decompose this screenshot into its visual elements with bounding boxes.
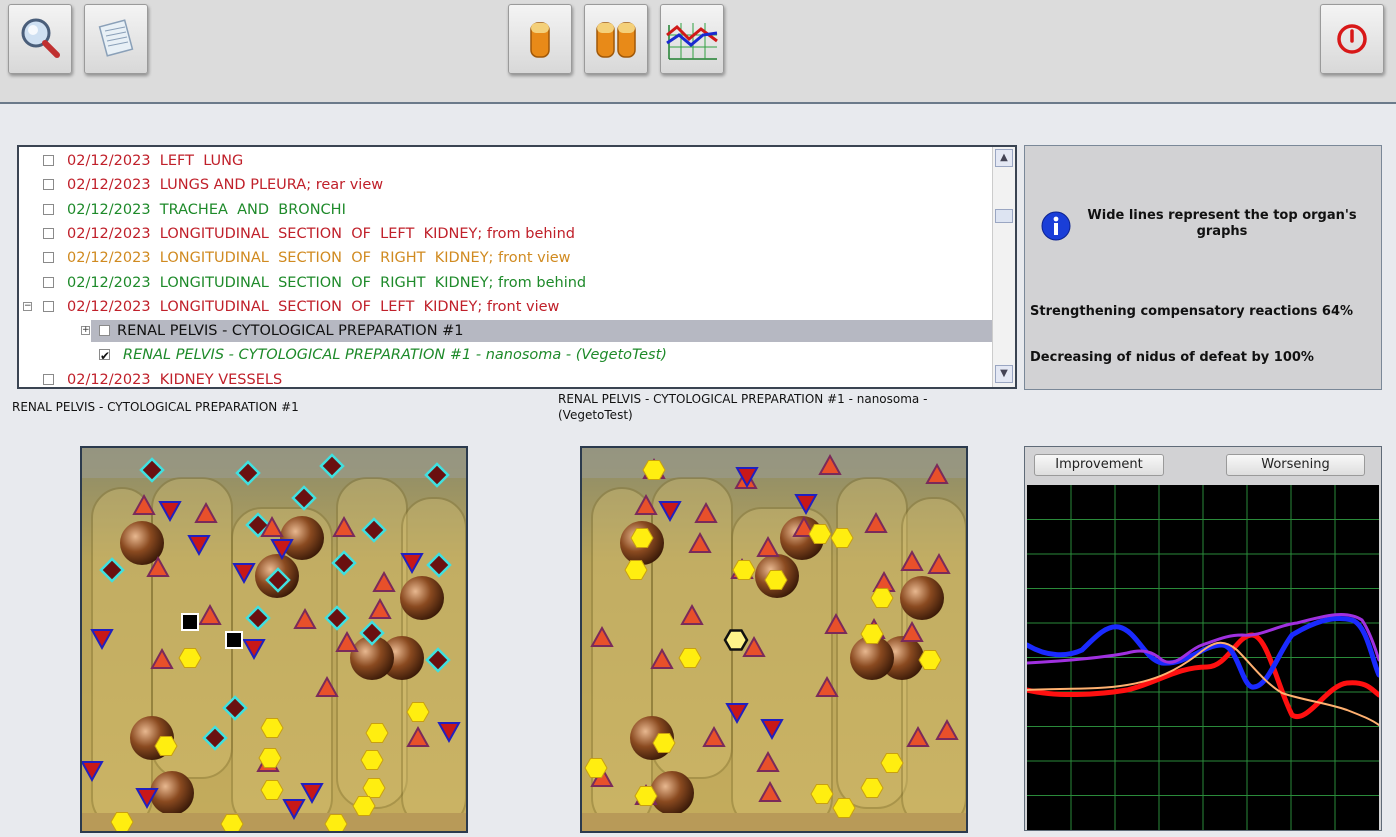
compensatory-reactions-text: Strengthening compensatory reactions 64%: [1030, 304, 1354, 319]
organ-list-row[interactable]: + RENAL PELVIS - CYTOLOGICAL PREPARATION …: [81, 320, 994, 343]
cell-illustration-right: [582, 448, 966, 831]
worsening-button[interactable]: Worsening: [1226, 454, 1365, 476]
notes-button[interactable]: [84, 4, 148, 74]
organ-list-row[interactable]: 02/12/2023 TRACHEA AND BRONCHI: [19, 199, 994, 221]
info-tip-text: Wide lines represent the top organ's gra…: [1087, 208, 1357, 239]
organ-list-row-label: 02/12/2023 LUNGS AND PLEURA; rear view: [67, 177, 384, 194]
organ-list-row-label: 02/12/2023 LONGITUDINAL SECTION OF RIGHT…: [67, 250, 571, 267]
scroll-thumb[interactable]: [995, 209, 1013, 223]
row-checkbox[interactable]: [43, 203, 54, 215]
row-checkbox[interactable]: [43, 155, 54, 166]
row-checkbox[interactable]: [99, 345, 110, 367]
row-checkbox[interactable]: [43, 373, 54, 385]
row-checkbox[interactable]: [43, 227, 54, 239]
double-capsule-icon: [596, 22, 636, 58]
power-icon: [1337, 24, 1367, 54]
right-cytology-image: [580, 446, 968, 833]
info-icon: [1041, 211, 1071, 241]
organ-list-row[interactable]: 02/12/2023 LUNGS AND PLEURA; rear view: [19, 174, 994, 196]
improvement-button[interactable]: Improvement: [1034, 454, 1164, 476]
row-checkbox[interactable]: [43, 276, 54, 288]
graph-panel: Improvement Worsening: [1024, 446, 1382, 831]
organ-list-row-label: 02/12/2023 LEFT LUNG: [67, 153, 244, 169]
organ-list-row[interactable]: RENAL PELVIS - CYTOLOGICAL PREPARATION #…: [19, 344, 994, 367]
notes-icon: [98, 19, 134, 57]
right-image-caption: RENAL PELVIS - CYTOLOGICAL PREPARATION #…: [558, 392, 928, 422]
exit-button[interactable]: [1320, 4, 1384, 74]
organ-list-row-label: 02/12/2023 LONGITUDINAL SECTION OF LEFT …: [67, 225, 575, 242]
scroll-down-arrow-icon[interactable]: ▼: [995, 365, 1013, 383]
double-capsule-button[interactable]: [584, 4, 648, 74]
graph-button[interactable]: [660, 4, 724, 74]
organ-list-row[interactable]: 02/12/2023 LONGITUDINAL SECTION OF LEFT …: [19, 223, 994, 245]
organ-list-row[interactable]: 02/12/2023 LONGITUDINAL SECTION OF RIGHT…: [19, 247, 994, 269]
trend-graph-plot: [1024, 485, 1382, 830]
info-panel: Wide lines represent the top organ's gra…: [1024, 145, 1382, 390]
cell-illustration-left: [82, 448, 466, 831]
left-cytology-image: [80, 446, 468, 833]
organ-list-row[interactable]: 02/12/2023 LEFT LUNG: [19, 150, 994, 172]
nidus-defeat-text: Decreasing of nidus of defeat by 100%: [1030, 350, 1314, 365]
expand-icon[interactable]: +: [81, 326, 90, 336]
organ-list-row-label: 02/12/2023 TRACHEA AND BRONCHI: [67, 201, 346, 218]
organ-list-row-label: 02/12/2023 KIDNEY VESSELS: [67, 371, 283, 388]
trend-graph: [1024, 485, 1382, 830]
single-capsule-icon: [530, 22, 550, 58]
left-image-caption: RENAL PELVIS - CYTOLOGICAL PREPARATION #…: [12, 400, 299, 414]
organ-list[interactable]: 02/12/2023 LEFT LUNG 02/12/2023 LUNGS AND…: [17, 145, 1017, 389]
row-checkbox[interactable]: [99, 325, 110, 337]
organ-list-row-label: RENAL PELVIS - CYTOLOGICAL PREPARATION #…: [117, 323, 464, 340]
scroll-up-arrow-icon[interactable]: ▲: [995, 149, 1013, 167]
row-checkbox[interactable]: [43, 179, 54, 191]
organ-list-row-label: 02/12/2023 LONGITUDINAL SECTION OF LEFT …: [67, 298, 560, 315]
organ-list-row[interactable]: 02/12/2023 KIDNEY VESSELS: [19, 369, 994, 388]
organ-list-row-label: 02/12/2023 LONGITUDINAL SECTION OF RIGHT…: [67, 274, 587, 291]
list-scrollbar[interactable]: ▲ ▼: [992, 147, 1015, 387]
single-capsule-button[interactable]: [508, 4, 572, 74]
search-button[interactable]: [8, 4, 72, 74]
search-icon: [21, 18, 60, 58]
row-checkbox[interactable]: [43, 300, 54, 312]
graph-icon: [666, 23, 718, 60]
collapse-icon[interactable]: −: [23, 301, 32, 311]
organ-list-row[interactable]: 02/12/2023 LONGITUDINAL SECTION OF RIGHT…: [19, 272, 994, 294]
toolbar: [0, 0, 1396, 104]
organ-list-row[interactable]: − 02/12/2023 LONGITUDINAL SECTION OF LEFT…: [19, 296, 994, 318]
organ-list-row-label: RENAL PELVIS - CYTOLOGICAL PREPARATION #…: [123, 347, 667, 364]
row-checkbox[interactable]: [43, 252, 54, 264]
